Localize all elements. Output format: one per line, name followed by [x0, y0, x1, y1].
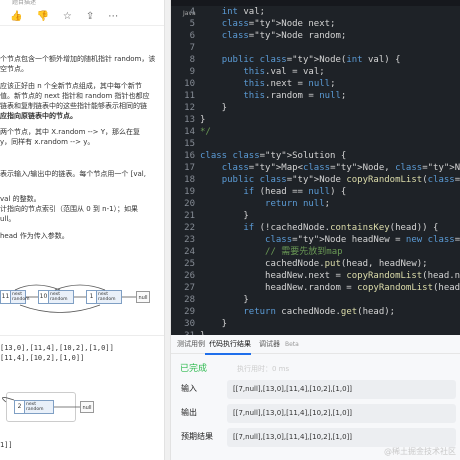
description-line: 链表和复制链表中的这些指针能够表示相同的链: [0, 102, 147, 110]
result-tabbar: 测试用例 代码执行结果 调试器 Beta: [171, 335, 460, 354]
line-number: 23: [184, 235, 195, 245]
description-line: 应指向原链表中的节点。: [0, 112, 77, 120]
code-line[interactable]: }: [200, 318, 227, 330]
code-line[interactable]: }: [200, 210, 248, 222]
tab-run-result[interactable]: 代码执行结果: [209, 340, 251, 349]
code-line[interactable]: class="ty">Node next;: [200, 18, 336, 30]
active-tab-indicator: [205, 353, 251, 355]
code-line[interactable]: return cachedNode.get(head);: [200, 306, 395, 318]
run-status: 已完成: [180, 364, 208, 374]
code-line[interactable]: cachedNode.put(head, headNew);: [200, 258, 428, 270]
code-line[interactable]: headNew.next = copyRandomList(head.next)…: [200, 270, 460, 282]
line-number: 28: [184, 295, 195, 305]
elapsed-time: 执行用时：0 ms: [237, 365, 290, 373]
problem-description-panel: 题目描述 👍 👎 ☆ ⇪ ⋯ 个节点包含一个额外增加的随机指针 random，该…: [0, 0, 164, 460]
line-number: 30: [184, 319, 195, 329]
code-line[interactable]: if (!cachedNode.containsKey(head)) {: [200, 222, 438, 234]
description-line: 两个节点，其中 X.random --> Y，那么在复: [0, 128, 141, 136]
line-number: 20: [184, 199, 195, 209]
tab-debugger[interactable]: 调试器: [259, 340, 280, 349]
code-line[interactable]: class="ty">Node random;: [200, 30, 347, 42]
code-line[interactable]: */: [200, 126, 211, 138]
code-line[interactable]: }: [200, 294, 248, 306]
code-line[interactable]: class class="ty">Solution {: [200, 150, 346, 162]
line-number: 14: [184, 127, 195, 137]
code-line[interactable]: headNew.random = copyRandomList(head.ran…: [200, 282, 460, 294]
line-number: 26: [184, 271, 195, 281]
line-number: 8: [189, 55, 195, 65]
diagram-arrows: [14, 284, 136, 313]
code-line[interactable]: }: [200, 114, 205, 126]
code-panel: Java 4 int val; 5 class="ty">Node next; 6 …: [171, 0, 460, 460]
app-window: 题目描述 👍 👎 ☆ ⇪ ⋯ 个节点包含一个额外增加的随机指针 random，该…: [0, 0, 460, 460]
description-line: y，同样有 x.random --> y。: [0, 138, 95, 146]
description-line: val 的整数。: [0, 195, 41, 203]
description-line: 应该正好由 n 个全新节点组成，其中每个新节: [0, 82, 142, 90]
panel-resize-handle[interactable]: [164, 0, 171, 460]
line-number: 19: [184, 187, 195, 197]
code-line[interactable]: if (head == null) {: [200, 186, 346, 198]
code-line[interactable]: return null;: [200, 198, 330, 210]
line-number: 18: [184, 175, 195, 185]
watermark: @稀土掘金技术社区: [384, 447, 456, 456]
output-value-box: [[7,null],[13,0],[11,4],[10,2],[1,0]]: [227, 404, 456, 423]
line-number: 7: [189, 43, 195, 53]
example1-input: [13,0],[11,4],[10,2],[1,0]]: [0, 344, 114, 352]
star-icon[interactable]: ☆: [63, 11, 72, 22]
line-number: 11: [184, 91, 195, 101]
line-number: 12: [184, 103, 195, 113]
example2-output: 1]]: [0, 441, 13, 449]
section-divider: [0, 335, 164, 336]
code-editor[interactable]: Java 4 int val; 5 class="ty">Node next; 6 …: [171, 0, 460, 335]
description-line: 空节点。: [0, 65, 28, 73]
line-number: 22: [184, 223, 195, 233]
line-number: 9: [189, 67, 195, 77]
description-line: ull。: [0, 215, 16, 223]
code-line[interactable]: class="ty">Node headNew = new class="ty"…: [200, 234, 460, 246]
code-line[interactable]: public class="ty">Node(int val) {: [200, 54, 401, 66]
diagram-arrows: [2, 397, 80, 408]
description-toolbar: 👍 👎 ☆ ⇪ ⋯: [0, 8, 164, 26]
dislike-icon[interactable]: 👎: [36, 11, 48, 22]
line-number: 15: [184, 139, 195, 149]
output-label: 输出: [181, 408, 197, 417]
line-number: 4: [189, 7, 195, 17]
line-number: 25: [184, 259, 195, 269]
example1-output: [11,4],[10,2],[1,0]]: [0, 354, 85, 362]
code-line[interactable]: // 需要先放到map: [200, 246, 343, 258]
description-line: 个节点包含一个额外增加的随机指针 random，该: [0, 55, 156, 63]
description-line: head 作为传入参数。: [0, 232, 69, 240]
line-number: 6: [189, 31, 195, 41]
description-line: 值。新节点的 next 指针和 random 指针也都应: [0, 92, 150, 100]
like-icon[interactable]: 👍: [10, 11, 22, 22]
expected-label: 预期结果: [181, 432, 213, 441]
input-label: 输入: [181, 384, 197, 393]
line-number: 29: [184, 307, 195, 317]
beta-badge: Beta: [285, 341, 299, 348]
line-number: 13: [184, 115, 195, 125]
code-line[interactable]: this.random = null;: [200, 90, 346, 102]
line-number: 5: [189, 19, 195, 29]
description-line: 表示输入/输出中的链表。每个节点用一个 [val,: [0, 170, 146, 178]
code-line[interactable]: int val;: [200, 6, 265, 18]
description-line: 计指向的节点索引（范围从 0 到 n-1）；如果: [0, 205, 139, 213]
code-line[interactable]: class="ty">Map<class="ty">Node, class="t…: [200, 162, 460, 174]
share-icon[interactable]: ⇪: [86, 11, 94, 22]
code-line[interactable]: this.val = val;: [200, 66, 324, 78]
code-line[interactable]: public class="ty">Node copyRandomList(cl…: [200, 174, 460, 186]
line-number: 27: [184, 283, 195, 293]
code-line[interactable]: }: [200, 102, 227, 114]
input-value-box: [[7,null],[13,0],[11,4],[10,2],[1,0]]: [227, 380, 456, 399]
code-line[interactable]: this.next = null;: [200, 78, 335, 90]
tab-testcase[interactable]: 测试用例: [177, 340, 205, 349]
expected-value-box: [[7,null],[13,0],[11,4],[10,2],[1,0]]: [227, 428, 456, 447]
line-number: 24: [184, 247, 195, 257]
line-number: 16: [184, 151, 195, 161]
line-number: 21: [184, 211, 195, 221]
description-tab-title: 题目描述: [12, 0, 37, 6]
more-icon[interactable]: ⋯: [108, 11, 118, 22]
line-number: 10: [184, 79, 195, 89]
line-number: 17: [184, 163, 195, 173]
